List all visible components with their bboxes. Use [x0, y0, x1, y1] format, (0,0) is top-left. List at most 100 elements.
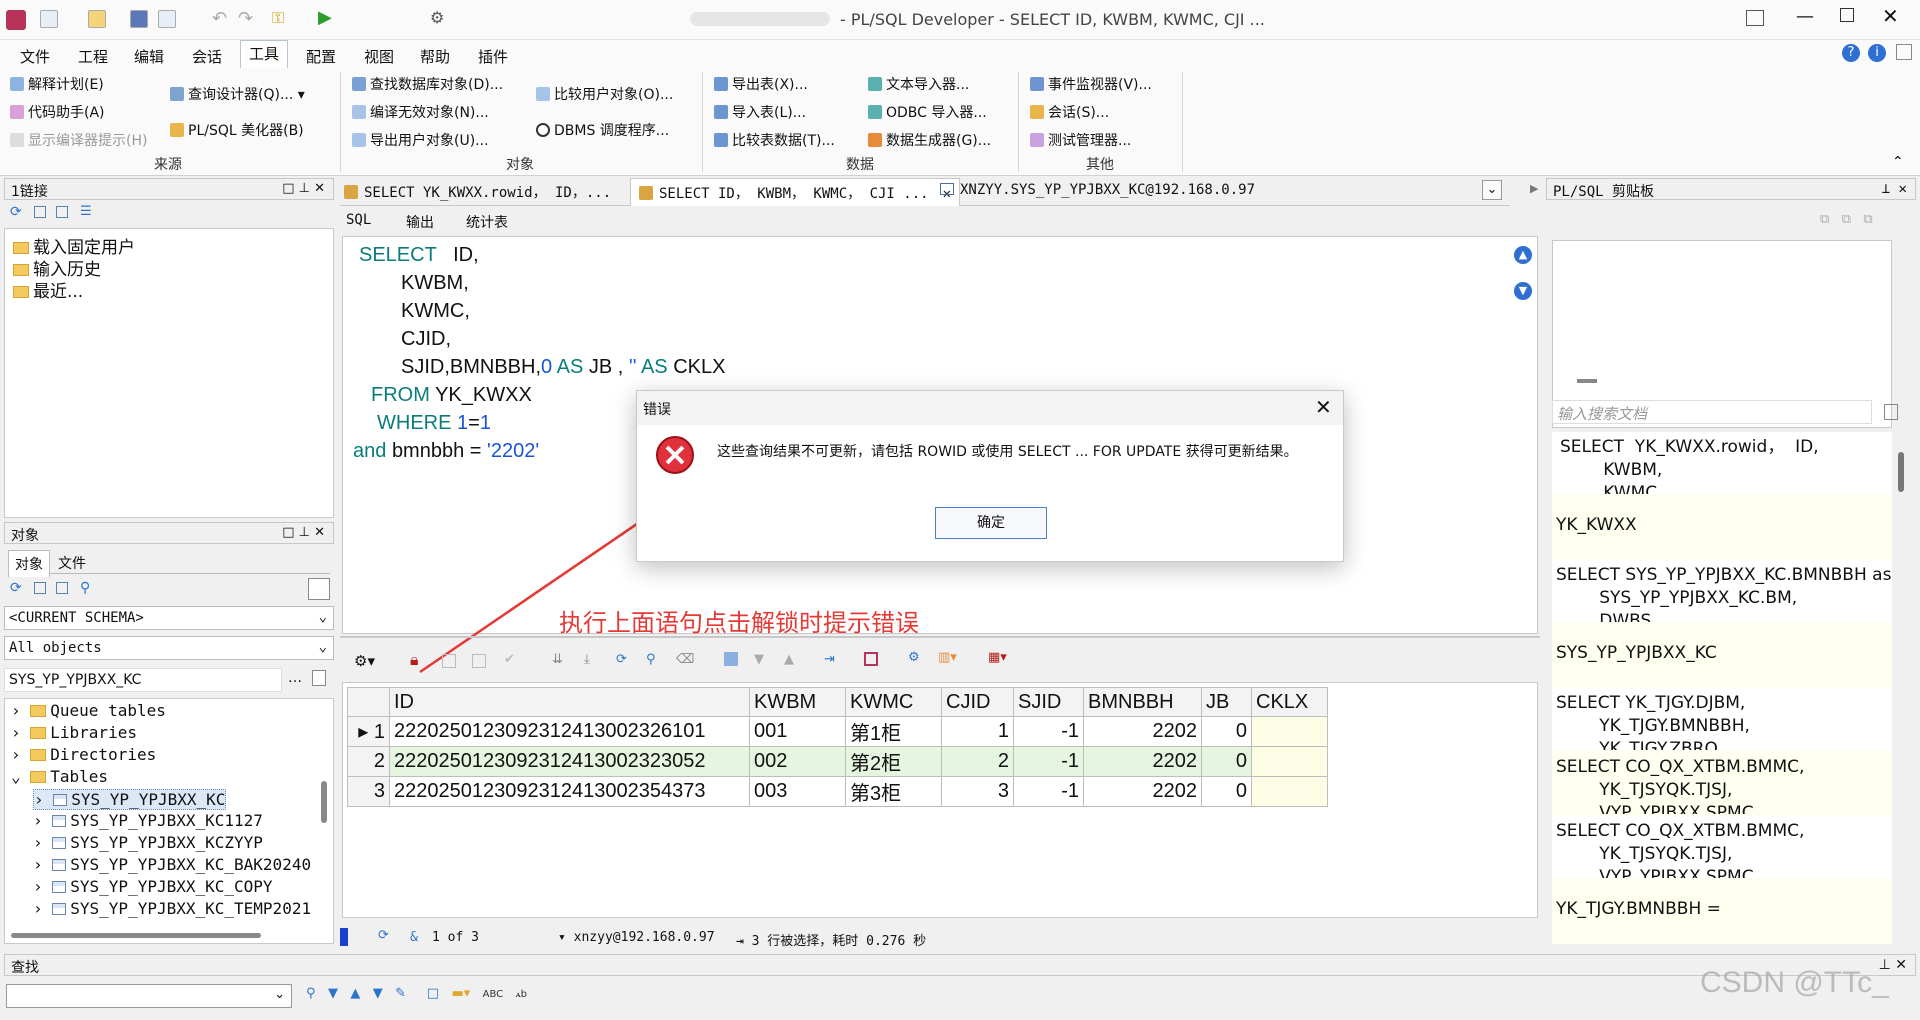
refresh-icon[interactable]: ⟳: [10, 580, 22, 596]
new-document-icon[interactable]: [312, 670, 326, 686]
menu-view[interactable]: 视图: [356, 44, 402, 69]
schema-select[interactable]: <CURRENT SCHEMA> ⌄: [4, 606, 334, 630]
options-icon[interactable]: [308, 578, 330, 600]
find-icon[interactable]: ⚲: [80, 580, 90, 596]
find-db-objects-button[interactable]: 查找数据库对象(D)...: [352, 74, 503, 94]
clipboard-item[interactable]: YK_TJGY.BMNBBH =: [1552, 880, 1892, 942]
tree-item-libraries[interactable]: › Libraries: [11, 723, 137, 742]
plsql-beautifier-button[interactable]: PL/SQL 美化器(B): [170, 120, 304, 140]
export-user-objects-button[interactable]: 导出用户对象(U)...: [352, 130, 489, 150]
info-icon[interactable]: i: [1868, 44, 1886, 62]
menu-edit[interactable]: 编辑: [126, 44, 172, 69]
cell-bmnbbh[interactable]: 2202: [1083, 746, 1202, 777]
dbms-scheduler-button[interactable]: DBMS 调度程序...: [536, 120, 669, 140]
menu-session[interactable]: 会话: [184, 44, 230, 69]
collapse-icon[interactable]: [56, 582, 68, 594]
scroll-handle[interactable]: [1577, 379, 1597, 383]
delete-record-icon[interactable]: [472, 654, 486, 668]
vertical-scrollbar[interactable]: [321, 781, 327, 823]
insert-record-icon[interactable]: [442, 654, 456, 668]
explain-plan-button[interactable]: 解释计划(E): [10, 74, 104, 94]
tab-files[interactable]: 文件: [58, 553, 86, 573]
sessions-button[interactable]: 会话(S)...: [1030, 102, 1109, 122]
find-icon[interactable]: ⚲: [646, 652, 656, 667]
tab-document-1[interactable]: SELECT YK_KWXX.rowid， ID，...: [344, 182, 611, 202]
expand-arrow-icon[interactable]: ▶: [1530, 182, 1538, 195]
open-icon[interactable]: [88, 10, 106, 28]
compare-table-data-button[interactable]: 比较表数据(T)...: [714, 130, 835, 150]
dialog-close-icon[interactable]: ✕: [1315, 395, 1332, 419]
odbc-importer-button[interactable]: ODBC 导入器...: [868, 102, 987, 122]
cell-sjid[interactable]: -1: [1013, 746, 1084, 777]
compare-user-objects-button[interactable]: 比较用户对象(O)...: [536, 84, 673, 104]
cell-bmnbbh[interactable]: 2202: [1083, 776, 1202, 807]
tab-objects[interactable]: 对象: [8, 550, 50, 577]
object-filter-select[interactable]: All objects ⌄: [4, 636, 334, 660]
pin-icon[interactable]: [1896, 44, 1912, 60]
refresh-icon[interactable]: ⟳: [10, 204, 22, 220]
chart-icon[interactable]: ▥▾: [938, 650, 957, 665]
export-tables-button[interactable]: 导出表(X)...: [714, 74, 808, 94]
cell-kwbm[interactable]: 002: [749, 746, 846, 777]
copy-icon[interactable]: ⧉: [1820, 212, 1829, 227]
text-importer-button[interactable]: 文本导入器...: [868, 74, 969, 94]
unlock-lock-icon[interactable]: 🔒︎: [410, 650, 419, 670]
post-changes-icon[interactable]: ✔: [504, 652, 515, 667]
column-header[interactable]: SJID: [1013, 687, 1084, 717]
tree-item-recent[interactable]: 最近...: [13, 277, 83, 302]
tab-sql[interactable]: SQL: [346, 212, 371, 228]
table-item[interactable]: › SYS_YP_YPJBXX_KC_COPY: [33, 877, 273, 896]
minimize-button[interactable]: —: [1796, 6, 1814, 27]
cell-kwmc[interactable]: 第3柜: [845, 776, 942, 807]
column-header[interactable]: KWMC: [845, 687, 942, 717]
tree-item-tables[interactable]: ⌄ Tables: [11, 767, 108, 786]
cell-id[interactable]: 2220250123092312413002354373: [389, 776, 750, 807]
tabs-dropdown-icon[interactable]: ⌄: [1482, 180, 1502, 200]
compile-invalid-button[interactable]: 编译无效对象(N)...: [352, 102, 489, 122]
ok-button[interactable]: 确定: [935, 507, 1047, 539]
maximize-button[interactable]: [1840, 8, 1854, 22]
cell-cklx[interactable]: [1251, 776, 1328, 807]
execute-icon[interactable]: ▶: [318, 7, 332, 28]
grid-view-icon[interactable]: ▦▾: [988, 650, 1007, 665]
clipboard-item[interactable]: SELECT CO_QX_XTBM.BMMC, YK_TJSYQK.TJSJ, …: [1552, 816, 1892, 878]
menu-plugins[interactable]: 插件: [470, 44, 516, 69]
code-assistant-button[interactable]: 代码助手(A): [10, 102, 105, 122]
find-next-icon[interactable]: ▼: [328, 986, 338, 1001]
nav-up-icon[interactable]: ▲: [1514, 246, 1532, 264]
collapse-ribbon-icon[interactable]: ⌃: [1892, 154, 1904, 170]
cell-kwbm[interactable]: 003: [749, 776, 846, 807]
sort-up-icon[interactable]: ▲: [784, 652, 794, 667]
menu-config[interactable]: 配置: [298, 44, 344, 69]
match-case-icon[interactable]: ABC: [483, 989, 504, 1000]
tab-output[interactable]: 输出: [406, 212, 434, 232]
tab-document-2-active[interactable]: SELECT ID， KWBM， KWMC， CJI ... ✕: [630, 178, 961, 206]
table-item-selected[interactable]: › SYS_YP_YPJBXX_KC: [33, 789, 227, 810]
help-icon[interactable]: ?: [1842, 44, 1860, 62]
table-item[interactable]: › SYS_YP_YPJBXX_KC1127: [33, 811, 263, 830]
new-icon[interactable]: [40, 10, 58, 28]
find-all-icon[interactable]: ▼: [373, 986, 383, 1001]
cell-bmnbbh[interactable]: 2202: [1083, 716, 1202, 747]
clipboard-item[interactable]: SYS_YP_YPJBXX_KC: [1552, 624, 1892, 686]
import-tables-button[interactable]: 导入表(L)...: [714, 102, 806, 122]
expand-icon[interactable]: [34, 206, 46, 218]
save-grid-icon[interactable]: [864, 652, 878, 666]
whole-word-icon[interactable]: ꭺb: [516, 989, 527, 1000]
highlight-icon[interactable]: ✎: [395, 986, 406, 1001]
tab-document-3[interactable]: XNZYY.SYS_YP_YPJBXX_KC@192.168.0.97: [940, 182, 1255, 198]
splitter[interactable]: [340, 636, 1540, 638]
cell-cjid[interactable]: 2: [941, 746, 1014, 777]
object-search-input[interactable]: SYS_YP_YPJBXX_KC: [4, 668, 282, 692]
close-panel-icon[interactable]: □ ⊥ ✕: [282, 525, 325, 540]
tree-item-queue-tables[interactable]: › Queue tables: [11, 701, 166, 720]
cell-jb[interactable]: 0: [1201, 716, 1252, 747]
clipboard-item[interactable]: SELECT SYS_YP_YPJBXX_KC.BMNBBH as B SYS_…: [1552, 560, 1892, 622]
compiler-hints-button[interactable]: 显示编译器提示(H): [10, 130, 147, 150]
clipboard-item[interactable]: YK_KWXX: [1552, 496, 1892, 558]
refresh-icon[interactable]: ⟳: [616, 652, 627, 667]
cell-sjid[interactable]: -1: [1013, 716, 1084, 747]
column-header[interactable]: KWBM: [749, 687, 846, 717]
close-panel-icon[interactable]: □ ⊥ ✕: [282, 181, 325, 196]
menu-project[interactable]: 工程: [70, 44, 116, 69]
